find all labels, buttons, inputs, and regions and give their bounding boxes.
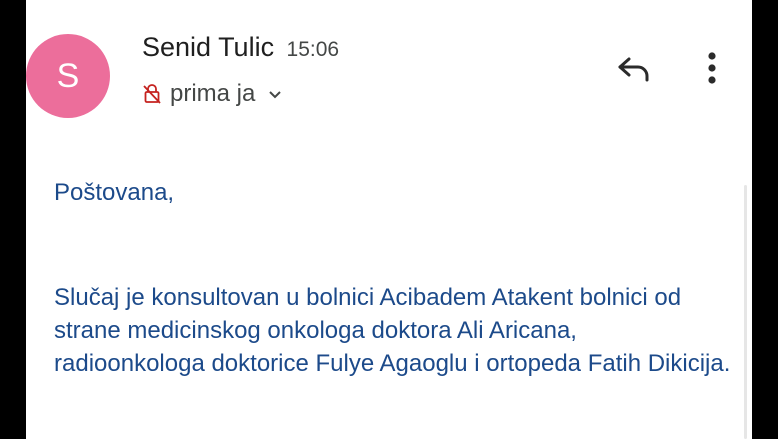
chevron-down-icon[interactable]	[267, 88, 283, 100]
sent-time: 15:06	[286, 38, 340, 61]
no-encryption-icon	[142, 83, 162, 105]
sender-name[interactable]: Senid Tulic	[142, 32, 274, 62]
sender-line: Senid Tulic 15:06	[142, 32, 339, 63]
sender-avatar[interactable]: S	[26, 34, 110, 118]
reply-button[interactable]	[612, 48, 656, 92]
reply-icon	[616, 53, 652, 88]
more-vert-icon	[707, 51, 717, 90]
email-body-paragraph: Slučaj je konsultovan u bolnici Acibadem…	[54, 284, 731, 377]
scroll-indicator[interactable]	[744, 185, 747, 439]
screen-frame-left	[0, 0, 26, 439]
recipient-details-toggle[interactable]: prima ja	[142, 80, 283, 108]
more-options-button[interactable]	[692, 48, 732, 92]
screen-frame-right	[752, 0, 778, 439]
avatar-initial: S	[56, 56, 80, 95]
recipient-label: prima ja	[170, 80, 256, 107]
email-greeting: Poštovana,	[54, 179, 175, 206]
